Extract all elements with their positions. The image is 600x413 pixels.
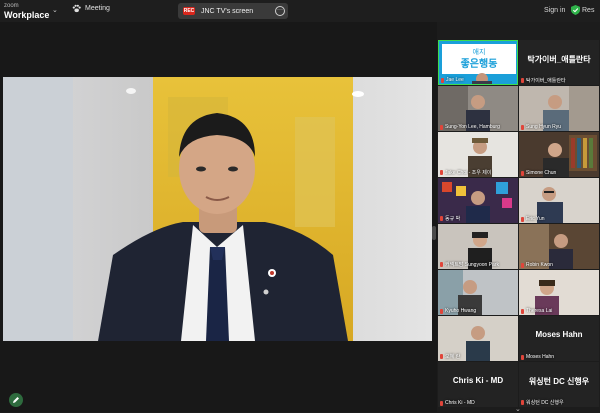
participant-tile-simone-chun[interactable]: Simone Chun [519,132,599,177]
screen-share-indicator[interactable]: REC JNC TV's screen ··· [178,3,288,19]
participant-tile-oh-hyeran[interactable]: 오혜 란 [438,316,518,361]
participant-tile-theresa-lai[interactable]: Theresa Lai [519,270,599,315]
mic-muted-icon [440,262,443,267]
participant-tile-kyuho-hwang[interactable]: Kyuho Hwang [438,270,518,315]
share-label: JNC TV's screen [201,7,254,15]
participant-name: Chris Ki - MD [440,400,475,406]
participant-name: 탁가이버_애틀란타 [521,77,566,84]
meeting-label: Meeting [85,5,110,12]
mic-muted-icon [440,308,443,314]
participant-name: 워싱턴 DC 신행우 [521,399,564,406]
participant-gallery[interactable]: 애지 좋은행동 Jae Lee 탁가이버_애틀란타 탁가이버_애틀란타 Sung… [437,40,600,412]
paw-icon [72,4,81,13]
participant-name: 커넥트맘 Sungyoon Park [440,261,499,268]
title-bar: zoom Workplace ⌄ Meeting REC JNC TV's sc… [0,0,600,22]
participant-tile-donggyu-park[interactable]: 동규 박 [438,178,518,223]
recording-badge: REC [183,7,195,15]
panel-resize-handle[interactable] [432,226,436,240]
participant-name: Simone Chun [521,170,556,176]
mic-muted-icon [441,77,444,83]
participant-tile-robin-kwon[interactable]: Robin Kwon [519,224,599,269]
mic-muted-icon [521,78,524,83]
participant-tile-sung-hyun-ryu[interactable]: Sung Hyun Ryu [519,86,599,131]
sign-in-link[interactable]: Sign in [544,7,565,14]
speaker-video-image [3,77,432,341]
mic-muted-icon [440,400,443,406]
participant-tile-sungyoon-park[interactable]: 커넥트맘 Sungyoon Park [438,224,518,269]
participant-bigname: 워싱턴 DC 신행우 [528,377,590,386]
brand-zoom: zoom [4,3,19,9]
app-brand: zoom Workplace [4,2,50,20]
banner-line2: 좋은행동 [461,57,498,70]
mic-muted-icon [521,216,524,222]
meeting-menu[interactable]: Meeting [72,4,110,13]
mic-muted-icon [440,354,443,359]
annotate-button[interactable] [9,393,23,407]
participant-tile-jae-lee[interactable]: 애지 좋은행동 Jae Lee [438,40,518,85]
participant-name: Jake Choi - 조우 제이 [440,169,491,176]
mic-muted-icon [521,262,524,268]
participant-tile-eric-yun[interactable]: Eric Yun [519,178,599,223]
mic-muted-icon [521,354,524,360]
mic-muted-icon [440,124,443,130]
participant-name: Robin Kwon [521,262,553,268]
mic-muted-icon [521,400,524,405]
mic-muted-icon [521,170,524,176]
participant-name: 오혜 란 [440,353,460,360]
more-options-icon[interactable]: ··· [275,6,285,16]
participant-name: Kyuho Hwang [440,308,476,314]
participant-tile-chris-ki[interactable]: Chris Ki - MD Chris Ki - MD [438,362,518,407]
participant-name: Theresa Lai [521,308,552,314]
participant-name: Eric Yun [521,216,545,222]
participant-name: Sung Hyun Ryu [521,124,561,130]
participant-name: Sung-Yon Lee, Hamburg [440,124,500,130]
banner-line1: 애지 [473,47,486,56]
participant-name: Moses Hahn [521,354,554,360]
participant-tile-sung-yon-lee[interactable]: Sung-Yon Lee, Hamburg [438,86,518,131]
participant-tile-moses-hahn[interactable]: Moses Hahn Moses Hahn [519,316,599,361]
participant-tile-jake-choi[interactable]: Jake Choi - 조우 제이 [438,132,518,177]
mic-muted-icon [440,216,443,221]
participant-tile-shin-haengwoo[interactable]: 워싱턴 DC 신행우 워싱턴 DC 신행우 [519,362,599,407]
chevron-down-icon[interactable]: ⌄ [52,6,58,14]
participant-bigname: Moses Hahn [535,330,583,339]
mic-muted-icon [521,124,524,130]
shield-check-icon[interactable] [571,5,580,15]
resolution-label[interactable]: Res [582,7,594,14]
brand-workplace: Workplace [4,10,50,20]
participant-name: Jae Lee [441,77,464,83]
mic-muted-icon [521,308,524,314]
participant-bigname: 탁가이버_애틀란타 [527,55,591,64]
pencil-icon [13,397,19,403]
participant-tile-tak[interactable]: 탁가이버_애틀란타 탁가이버_애틀란타 [519,40,599,85]
participant-bigname: Chris Ki - MD [452,376,504,385]
shared-screen [3,77,432,341]
participant-name: 동규 박 [440,215,460,222]
mic-muted-icon [440,170,443,175]
